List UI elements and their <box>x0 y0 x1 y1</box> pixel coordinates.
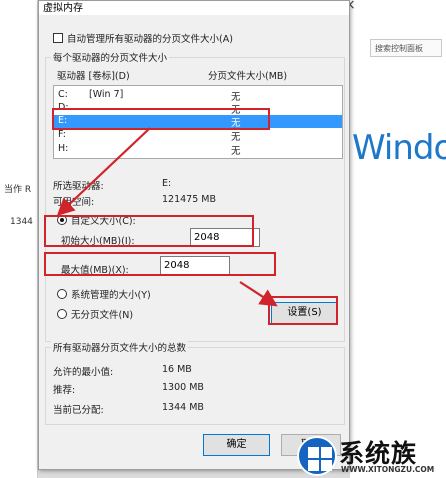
drive-letter: F: <box>58 129 66 140</box>
paging-group-title: 每个驱动器的分页文件大小 <box>51 50 170 64</box>
no-paging-label: 无分页文件(N) <box>71 310 134 321</box>
drive-page-size: 无 <box>231 92 241 103</box>
auto-manage-label: 自动管理所有驱动器的分页文件大小(A) <box>67 34 233 45</box>
auto-manage-checkbox-row[interactable]: 自动管理所有驱动器的分页文件大小(A) <box>53 31 233 45</box>
min-allowed-label: 允许的最小值: <box>53 367 114 378</box>
recommended-value: 1300 MB <box>162 382 204 393</box>
annotation-box-drive-e <box>52 108 270 130</box>
windows-logo-icon <box>297 436 337 476</box>
current-allocated-value: 1344 MB <box>162 402 204 413</box>
drive-page-size: 无 <box>231 132 241 143</box>
drive-letter: H: <box>58 143 69 154</box>
selected-drive-label: 所选驱动器: <box>53 181 104 192</box>
current-allocated-label: 当前已分配: <box>53 405 104 416</box>
auto-manage-checkbox[interactable] <box>53 33 63 43</box>
min-allowed-value: 16 MB <box>162 364 192 375</box>
background-control-panel: × 搜索控制面板 Windo <box>344 0 446 478</box>
drive-list-header: 驱动器 [卷标](D) 分页文件大小(MB) <box>53 68 343 82</box>
available-space-label: 可用空间: <box>53 197 95 208</box>
windows-brand-text: Windo <box>352 128 446 168</box>
background-window-left: 当作 R 1344 <box>0 0 38 478</box>
recommended-label: 推荐: <box>53 385 76 396</box>
drive-volume-label: [Win 7] <box>89 89 124 100</box>
watermark-url: WWW.XITONGZU.COM <box>341 465 435 474</box>
drive-letter: C: <box>58 89 68 100</box>
available-space-value: 121475 MB <box>162 194 216 205</box>
no-paging-radio-row[interactable]: 无分页文件(N) <box>57 307 133 321</box>
drive-row-c[interactable]: C: [Win 7] 无 <box>54 89 342 103</box>
system-managed-radio-row[interactable]: 系统管理的大小(Y) <box>57 287 151 301</box>
selected-drive-value: E: <box>162 178 172 189</box>
no-paging-radio[interactable] <box>57 309 67 319</box>
background-text: 当作 R <box>4 185 32 195</box>
drive-page-size: 无 <box>231 146 241 157</box>
ok-button[interactable]: 确定 <box>203 434 270 456</box>
annotation-box-initial-size <box>44 215 254 247</box>
size-column-header: 分页文件大小(MB) <box>208 71 288 82</box>
system-managed-radio[interactable] <box>57 289 67 299</box>
search-placeholder: 搜索控制面板 <box>375 44 423 53</box>
dialog-titlebar[interactable]: 虚拟内存 <box>39 1 349 15</box>
background-text: 1344 <box>10 217 33 227</box>
system-managed-label: 系统管理的大小(Y) <box>71 290 151 301</box>
dialog-title: 虚拟内存 <box>43 3 83 14</box>
xitongzu-watermark-logo: 系统族 WWW.XITONGZU.COM <box>295 434 446 478</box>
drive-row-f[interactable]: F: 无 <box>54 129 342 143</box>
drive-column-header: 驱动器 [卷标](D) <box>57 71 130 82</box>
summary-group-title: 所有驱动器分页文件大小的总数 <box>51 340 189 354</box>
control-panel-search-input[interactable]: 搜索控制面板 <box>370 39 442 57</box>
annotation-box-max-size <box>44 252 276 276</box>
annotation-box-set-button <box>268 296 338 325</box>
drive-row-h[interactable]: H: 无 <box>54 143 342 157</box>
